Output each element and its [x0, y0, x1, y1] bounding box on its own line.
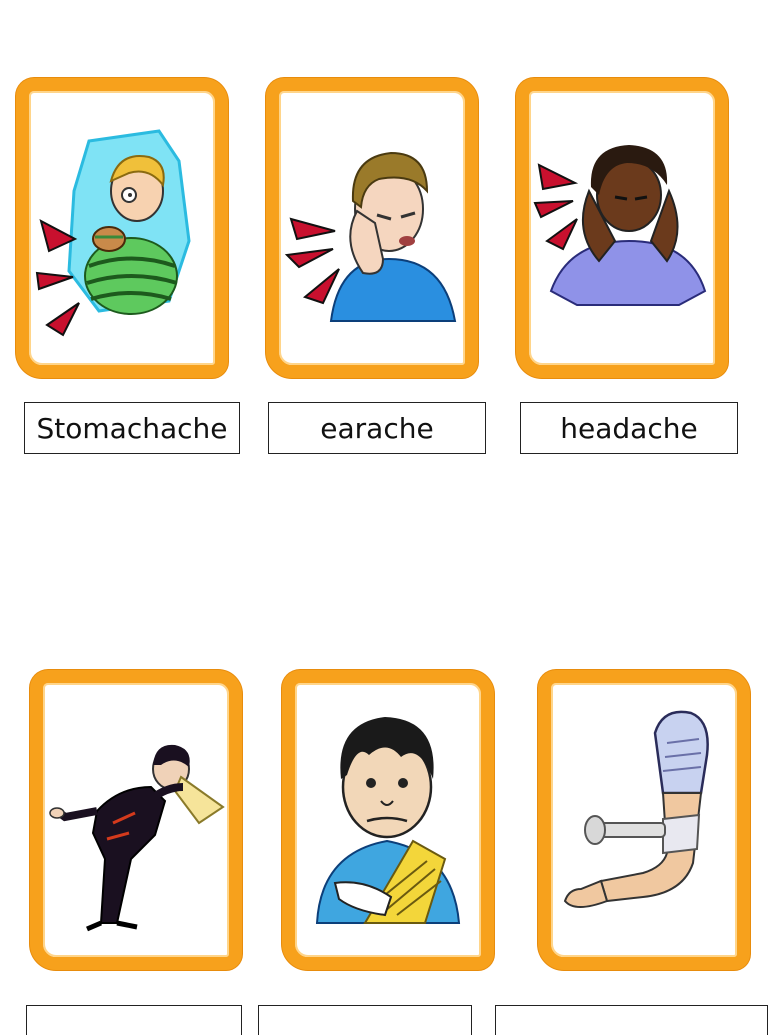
label-broken-arm [258, 1005, 472, 1035]
card-injured-arm [538, 670, 750, 970]
sneezing-man-icon [49, 744, 225, 932]
card-broken-arm [282, 670, 494, 970]
card-earache [266, 78, 478, 378]
headache-woman-icon [533, 145, 707, 306]
card-sneezing [30, 670, 242, 970]
label-earache: earache [268, 402, 486, 454]
card-stomachache [16, 78, 228, 378]
bandaged-arm-icon [563, 710, 709, 908]
label-sneezing [26, 1005, 242, 1035]
stomachache-boy-icon [35, 129, 191, 337]
label-headache: headache [520, 402, 738, 454]
card-headache [516, 78, 728, 378]
label-injured-arm [495, 1005, 768, 1035]
earache-man-icon [284, 151, 457, 322]
label-stomachache: Stomachache [24, 402, 240, 454]
boy-arm-in-sling-icon [315, 717, 461, 924]
